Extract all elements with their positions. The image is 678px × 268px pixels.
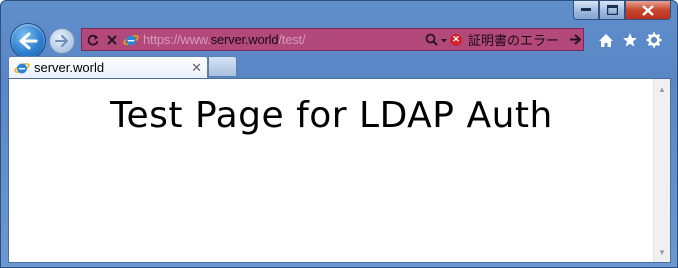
url-text: https://www.server.world/test/ bbox=[143, 32, 306, 47]
browser-window: https://www.server.world/test/ ✕ 証明書のエラー… bbox=[0, 0, 678, 268]
favorites-button[interactable] bbox=[621, 31, 639, 49]
forward-arrow-icon bbox=[55, 35, 68, 47]
site-icon bbox=[123, 32, 139, 48]
search-icon bbox=[425, 33, 447, 46]
close-icon bbox=[642, 4, 654, 16]
home-icon bbox=[599, 33, 613, 47]
ie-logo-icon bbox=[123, 34, 139, 45]
maximize-icon bbox=[606, 5, 618, 15]
refresh-button[interactable] bbox=[85, 32, 101, 48]
stop-icon bbox=[107, 34, 117, 45]
error-icon: ✕ bbox=[449, 33, 462, 46]
url-path: /test/ bbox=[278, 32, 306, 47]
go-button[interactable] bbox=[569, 34, 581, 45]
stop-button[interactable] bbox=[104, 32, 120, 48]
certificate-error-button[interactable]: ✕ 証明書のエラー bbox=[449, 30, 559, 49]
vertical-scrollbar[interactable]: ▲ ▼ bbox=[653, 79, 670, 262]
search-dropdown-button[interactable] bbox=[424, 32, 450, 48]
url-scheme: https://www. bbox=[143, 32, 211, 47]
tools-button[interactable] bbox=[645, 31, 663, 49]
forward-button[interactable] bbox=[49, 28, 75, 54]
tab-label: server.world bbox=[34, 60, 105, 75]
tab-strip: server.world ✕ bbox=[1, 55, 677, 79]
minimize-icon bbox=[581, 8, 591, 11]
url-domain: server.world bbox=[210, 32, 279, 47]
gear-icon bbox=[646, 32, 662, 48]
home-button[interactable] bbox=[597, 31, 615, 49]
close-window-button[interactable] bbox=[625, 1, 671, 20]
new-tab-button[interactable] bbox=[208, 56, 237, 77]
scroll-up-icon[interactable]: ▲ bbox=[654, 81, 670, 97]
minimize-button[interactable] bbox=[573, 1, 599, 20]
ie-logo-icon bbox=[14, 62, 30, 73]
star-icon bbox=[623, 33, 637, 47]
refresh-icon bbox=[87, 34, 99, 46]
tab-favicon bbox=[14, 60, 30, 76]
page-heading: Test Page for LDAP Auth bbox=[110, 95, 553, 136]
tab-server-world[interactable]: server.world ✕ bbox=[8, 56, 208, 78]
certificate-error-label: 証明書のエラー bbox=[467, 33, 559, 48]
close-tab-button[interactable]: ✕ bbox=[191, 60, 202, 76]
scroll-down-icon[interactable]: ▼ bbox=[654, 244, 670, 260]
page-viewport: Test Page for LDAP Auth ▲ ▼ bbox=[8, 78, 671, 263]
back-button[interactable] bbox=[10, 23, 46, 59]
back-arrow-icon bbox=[19, 32, 38, 50]
window-caption-buttons bbox=[573, 1, 671, 21]
address-bar[interactable]: https://www.server.world/test/ ✕ 証明書のエラー bbox=[81, 28, 584, 51]
go-arrow-icon bbox=[570, 34, 581, 45]
maximize-button[interactable] bbox=[599, 1, 625, 20]
